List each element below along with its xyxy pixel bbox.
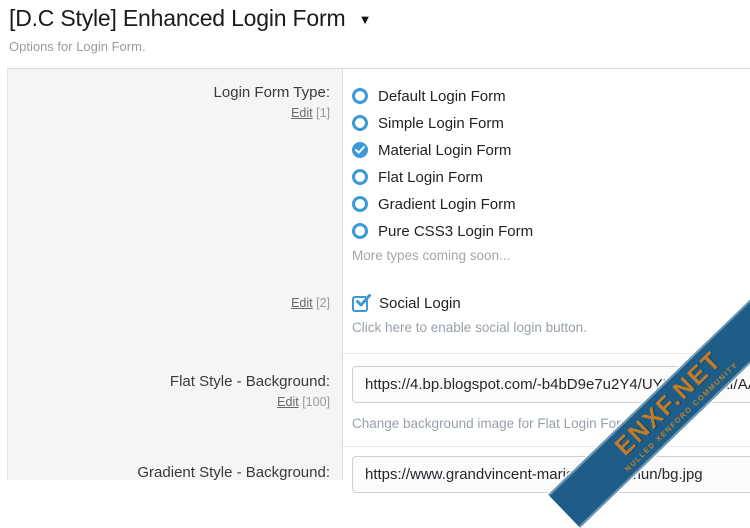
radio-icon	[352, 115, 368, 131]
flat-background-edit-line: Edit [100]	[277, 395, 330, 409]
edit-link-100[interactable]: Edit	[277, 395, 299, 409]
page-title: [D.C Style] Enhanced Login Form	[9, 5, 345, 31]
radio-option-label: Gradient Login Form	[378, 196, 516, 213]
chevron-down-icon: ▼	[359, 12, 372, 27]
radio-option-default[interactable]: Default Login Form	[352, 88, 533, 104]
flat-background-label: Flat Style - Background:	[170, 373, 330, 390]
page-subtitle: Options for Login Form.	[9, 39, 371, 54]
section-title-dropdown[interactable]: [D.C Style] Enhanced Login Form ▼	[9, 5, 371, 32]
login-form-type-edit-line: Edit [1]	[291, 106, 330, 120]
edit-ref-2: [2]	[316, 296, 330, 310]
edit-link-1[interactable]: Edit	[291, 106, 313, 120]
more-types-note: More types coming soon...	[352, 248, 510, 263]
social-login-label: Social Login	[379, 295, 461, 312]
gradient-background-label: Gradient Style - Background:	[137, 464, 330, 481]
social-login-edit-line: Edit [2]	[291, 296, 330, 310]
row-divider	[343, 353, 750, 354]
radio-option-gradient[interactable]: Gradient Login Form	[352, 196, 533, 212]
radio-option-label: Default Login Form	[378, 88, 506, 105]
radio-option-label: Simple Login Form	[378, 115, 504, 132]
radio-option-label: Material Login Form	[378, 142, 511, 159]
row-divider	[343, 446, 750, 447]
login-form-type-radio-group: Default Login Form Simple Login Form Mat…	[352, 88, 533, 239]
edit-link-2[interactable]: Edit	[291, 296, 313, 310]
radio-checked-icon	[352, 142, 368, 158]
checkbox-checked-icon	[352, 296, 368, 312]
page-header: [D.C Style] Enhanced Login Form ▼ Option…	[9, 5, 371, 54]
gradient-background-input[interactable]	[352, 456, 750, 493]
radio-option-label: Pure CSS3 Login Form	[378, 223, 533, 240]
radio-option-label: Flat Login Form	[378, 169, 483, 186]
radio-option-purecss3[interactable]: Pure CSS3 Login Form	[352, 223, 533, 239]
radio-icon	[352, 169, 368, 185]
social-login-note: Click here to enable social login button…	[352, 320, 587, 335]
social-login-checkbox-row[interactable]: Social Login	[352, 295, 461, 312]
flat-background-note: Change background image for Flat Login F…	[352, 416, 632, 431]
radio-icon	[352, 88, 368, 104]
radio-option-material[interactable]: Material Login Form	[352, 142, 533, 158]
radio-icon	[352, 223, 368, 239]
radio-option-flat[interactable]: Flat Login Form	[352, 169, 533, 185]
edit-ref-1: [1]	[316, 106, 330, 120]
radio-option-simple[interactable]: Simple Login Form	[352, 115, 533, 131]
login-form-type-label: Login Form Type:	[214, 84, 330, 101]
label-column: Login Form Type: Edit [1] Edit [2] Flat …	[8, 69, 342, 480]
radio-icon	[352, 196, 368, 212]
edit-ref-100: [100]	[302, 395, 330, 409]
